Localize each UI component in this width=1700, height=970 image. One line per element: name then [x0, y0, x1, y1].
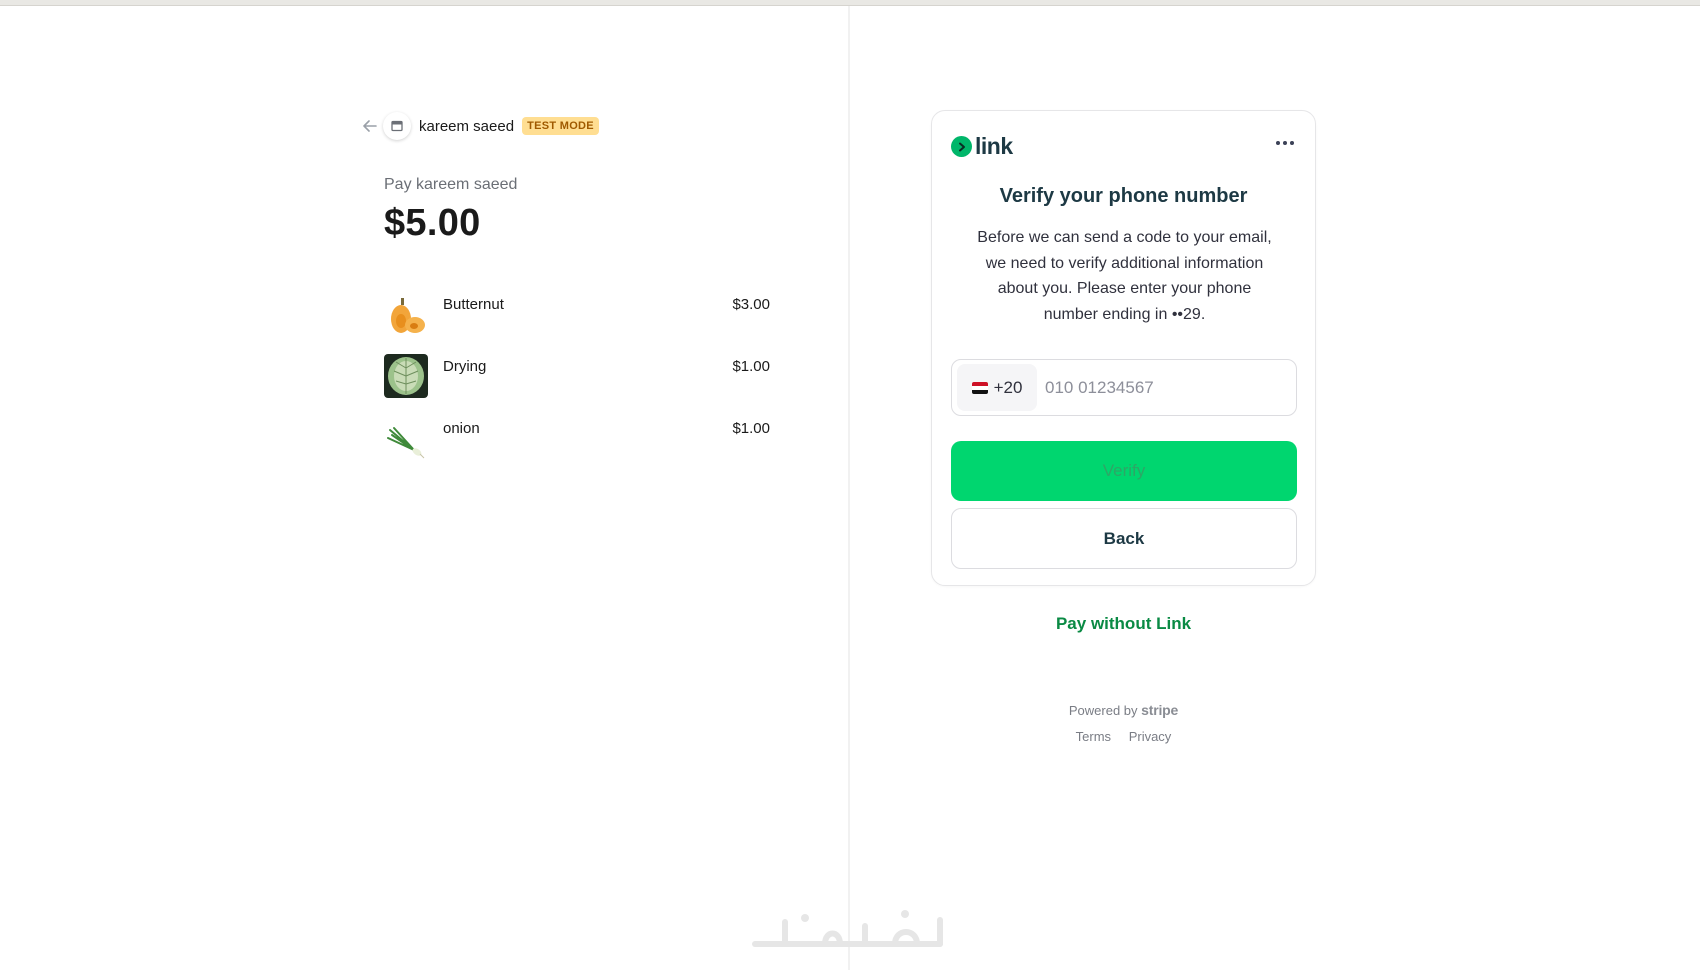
line-item: Drying $1.00 [384, 354, 770, 416]
country-code-selector[interactable]: +20 [957, 364, 1037, 411]
verify-button[interactable]: Verify [951, 441, 1297, 501]
link-logo: link [951, 133, 1013, 160]
link-logo-text: link [975, 133, 1013, 159]
phone-number-input[interactable] [1045, 377, 1285, 398]
pay-label: Pay kareem saeed [384, 176, 518, 193]
powered-by-stripe[interactable]: Powered by stripe [931, 702, 1316, 718]
line-item: Butternut $3.00 [384, 292, 770, 354]
egypt-flag-icon [971, 381, 988, 394]
stripe-logo: stripe [1141, 702, 1179, 718]
store-icon [383, 112, 411, 140]
line-item: onion $1.00 [384, 416, 770, 478]
pane-divider [848, 6, 850, 970]
phone-field: +20 [951, 359, 1297, 416]
item-name: Drying [443, 358, 487, 375]
legal-links: Terms Privacy [931, 729, 1316, 744]
link-chevron-icon [951, 136, 972, 157]
item-price: $1.00 [732, 358, 770, 375]
verify-description: Before we can send a code to your email,… [977, 229, 1272, 323]
line-items: Butternut $3.00 Drying $1.00 onion $1.00 [384, 292, 770, 478]
item-name: onion [443, 420, 480, 437]
pay-without-link-link[interactable]: Pay without Link [931, 614, 1316, 634]
item-name: Butternut [443, 296, 504, 313]
test-mode-badge: TEST MODE [522, 117, 599, 135]
item-price: $1.00 [732, 420, 770, 437]
back-button[interactable]: Back [951, 508, 1297, 569]
item-price: $3.00 [732, 296, 770, 313]
country-dial-code: +20 [993, 377, 1023, 397]
merchant-header: kareem saeed TEST MODE [361, 110, 599, 142]
link-verify-card: link Verify your phone number Before we … [931, 110, 1316, 586]
total-amount: $5.00 [384, 202, 481, 244]
butternut-thumbnail [384, 292, 428, 336]
more-options-icon[interactable] [1273, 133, 1297, 153]
verify-title: Verify your phone number [999, 185, 1248, 207]
terms-link[interactable]: Terms [1076, 729, 1111, 744]
merchant-name: kareem saeed [419, 117, 515, 135]
drying-thumbnail [384, 354, 428, 398]
watermark-logo [752, 910, 943, 947]
privacy-link[interactable]: Privacy [1129, 729, 1172, 744]
powered-by-label: Powered by [1068, 703, 1138, 718]
back-arrow-icon[interactable] [361, 117, 379, 135]
order-summary-pane: kareem saeed TEST MODE Pay kareem saeed … [0, 6, 848, 970]
onion-thumbnail [384, 416, 428, 460]
